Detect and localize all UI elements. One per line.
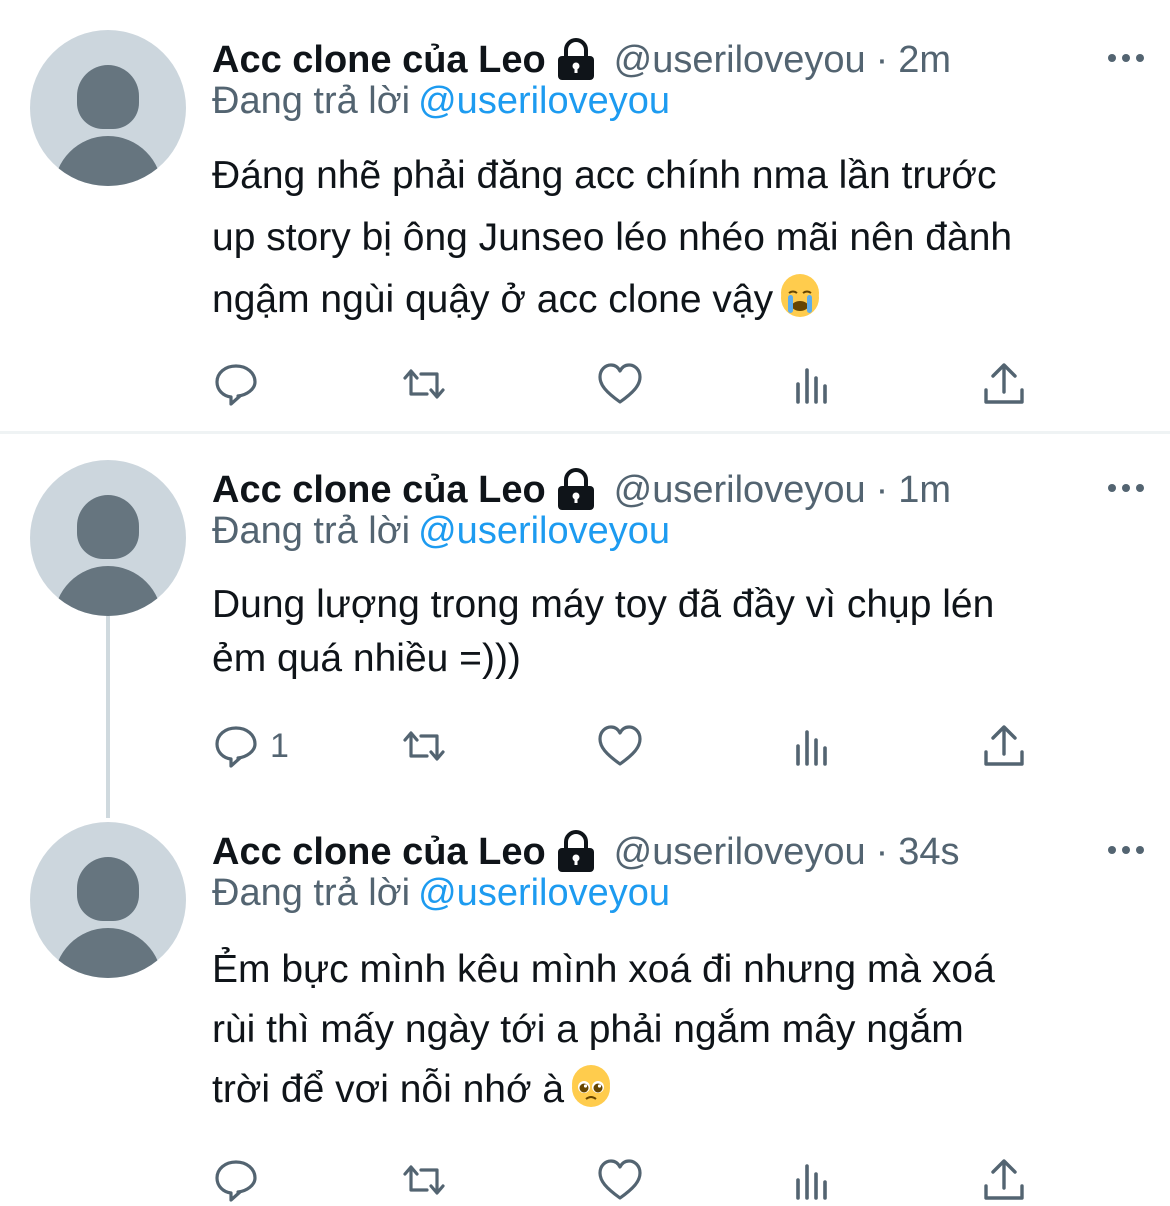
timestamp[interactable]: 2m [898, 39, 951, 82]
crying-face-emoji-icon [781, 274, 820, 317]
tweet[interactable]: Acc clone của Leo @useriloveyou · 1m Đan… [0, 460, 1170, 810]
share-icon [984, 363, 1024, 404]
replying-label: Đang trả lời [212, 80, 411, 122]
tweet-actions: 1 [212, 720, 1072, 772]
tweet-divider [0, 431, 1170, 434]
views-icon [796, 368, 827, 404]
mention-link[interactable]: @useriloveyou [418, 510, 670, 552]
avatar-head-shape [77, 495, 139, 559]
reply-button[interactable]: 1 [212, 720, 289, 772]
display-name[interactable]: Acc clone của Leo [212, 469, 546, 512]
more-icon[interactable] [1102, 470, 1150, 506]
lock-icon [557, 38, 594, 80]
reply-button[interactable] [212, 1154, 270, 1206]
display-name[interactable]: Acc clone của Leo [212, 39, 546, 82]
lock-icon [557, 830, 594, 872]
reply-icon [215, 364, 257, 406]
share-icon [984, 1159, 1024, 1200]
share-button[interactable] [980, 358, 1028, 410]
avatar[interactable] [30, 30, 186, 186]
replying-to: Đang trả lời @useriloveyou [212, 510, 670, 553]
user-handle[interactable]: @useriloveyou [614, 469, 866, 512]
separator-dot: · [875, 468, 889, 511]
retweet-button[interactable] [400, 1154, 448, 1206]
tweet[interactable]: Acc clone của Leo @useriloveyou · 34s Đa… [0, 822, 1170, 1202]
avatar-body-shape [54, 928, 162, 978]
share-icon [984, 725, 1024, 766]
mention-link[interactable]: @useriloveyou [418, 872, 670, 914]
share-button[interactable] [980, 720, 1028, 772]
pleading-face-emoji-icon [572, 1065, 611, 1107]
tweet-text: Dung lượng trong máy toy đã đầy vì chụp … [212, 578, 1142, 686]
like-icon [598, 1159, 642, 1200]
replying-label: Đang trả lời [212, 872, 411, 914]
more-icon[interactable] [1102, 832, 1150, 868]
like-icon [598, 363, 642, 404]
tweet-actions [212, 358, 1072, 410]
views-button[interactable] [788, 720, 836, 772]
mention-link[interactable]: @useriloveyou [418, 80, 670, 122]
avatar[interactable] [30, 822, 186, 978]
retweet-icon [403, 369, 445, 399]
user-handle[interactable]: @useriloveyou [614, 831, 866, 874]
like-button[interactable] [596, 358, 644, 410]
tweet-text: Đáng nhẽ phải đăng acc chính nma lần trư… [212, 145, 1142, 331]
retweet-button[interactable] [400, 720, 448, 772]
reply-count: 1 [270, 726, 289, 765]
like-button[interactable] [596, 1154, 644, 1206]
tweet-actions [212, 1154, 1072, 1206]
views-icon [796, 730, 827, 766]
retweet-icon [403, 1165, 445, 1195]
avatar[interactable] [30, 460, 186, 616]
share-button[interactable] [980, 1154, 1028, 1206]
replying-to: Đang trả lời @useriloveyou [212, 872, 670, 915]
tweet-text-content: Đáng nhẽ phải đăng acc chính nma lần trư… [212, 154, 1013, 321]
avatar-body-shape [54, 566, 162, 616]
like-button[interactable] [596, 720, 644, 772]
avatar-body-shape [54, 136, 162, 186]
tweet[interactable]: Acc clone của Leo @useriloveyou · 2m Đan… [0, 30, 1170, 430]
tweet-text: Ẻm bực mình kêu mình xoá đi nhưng mà xoá… [212, 940, 1142, 1120]
avatar-head-shape [77, 65, 139, 129]
lock-icon [557, 468, 594, 510]
tweet-text-content: Dung lượng trong máy toy đã đầy vì chụp … [212, 583, 995, 680]
more-icon[interactable] [1102, 40, 1150, 76]
replying-to: Đang trả lời @useriloveyou [212, 80, 670, 123]
views-button[interactable] [788, 1154, 836, 1206]
retweet-icon [403, 731, 445, 761]
reply-button[interactable] [212, 358, 270, 410]
separator-dot: · [875, 38, 889, 81]
retweet-button[interactable] [400, 358, 448, 410]
timestamp[interactable]: 1m [898, 469, 951, 512]
timestamp[interactable]: 34s [898, 831, 959, 874]
thread-connector-line [106, 616, 110, 818]
user-handle[interactable]: @useriloveyou [614, 39, 866, 82]
avatar-head-shape [77, 857, 139, 921]
views-icon [796, 1164, 827, 1200]
replying-label: Đang trả lời [212, 510, 411, 552]
reply-icon [215, 726, 257, 768]
views-button[interactable] [788, 358, 836, 410]
display-name[interactable]: Acc clone của Leo [212, 831, 546, 874]
separator-dot: · [875, 830, 889, 873]
reply-icon [215, 1160, 257, 1202]
like-icon [598, 725, 642, 766]
